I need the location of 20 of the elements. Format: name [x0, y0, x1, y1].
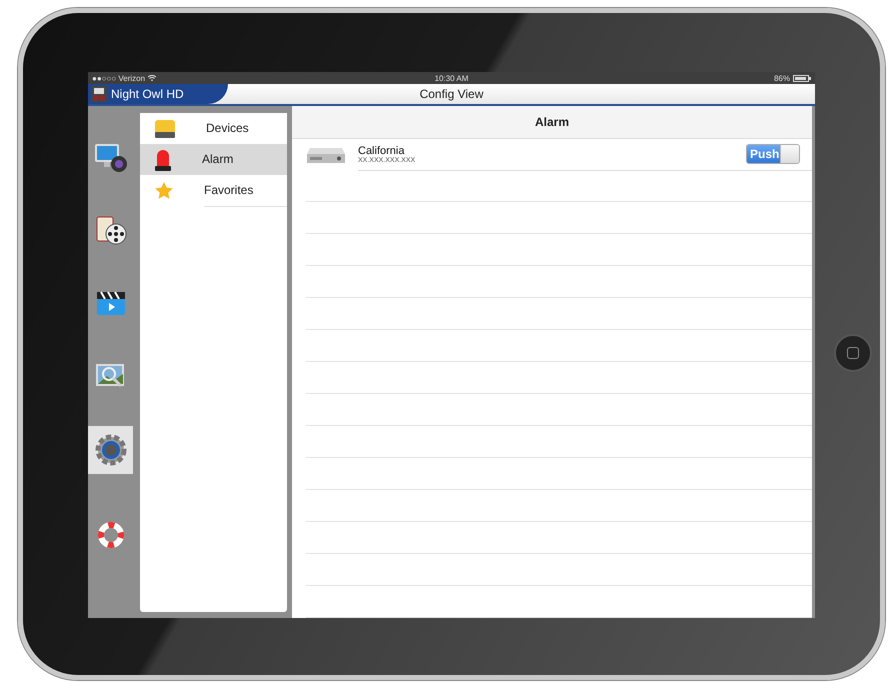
panel-title: Alarm	[292, 106, 812, 139]
carrier-label: ●●○○○ Verizon	[92, 74, 146, 82]
folder-drive-icon	[154, 118, 176, 138]
battery-icon	[793, 74, 811, 82]
recorder-icon	[306, 146, 346, 164]
siren-icon	[154, 148, 172, 172]
clock-label: 10:30 AM	[434, 74, 468, 82]
menu-item[interactable]: Alarm	[140, 144, 287, 175]
star-icon	[154, 180, 174, 200]
battery-percent: 86%	[774, 74, 790, 82]
lifebuoy-icon	[96, 520, 126, 550]
view-title: Config View	[420, 87, 484, 101]
monitor-camera-icon	[94, 142, 128, 174]
device-name: California	[358, 144, 406, 156]
film-reel-icon	[94, 215, 126, 247]
gear-icon	[94, 433, 128, 467]
wifi-icon	[148, 75, 156, 81]
app-name: Night Owl HD	[111, 87, 184, 101]
home-button[interactable]	[834, 334, 872, 372]
logo-icon	[91, 86, 107, 102]
